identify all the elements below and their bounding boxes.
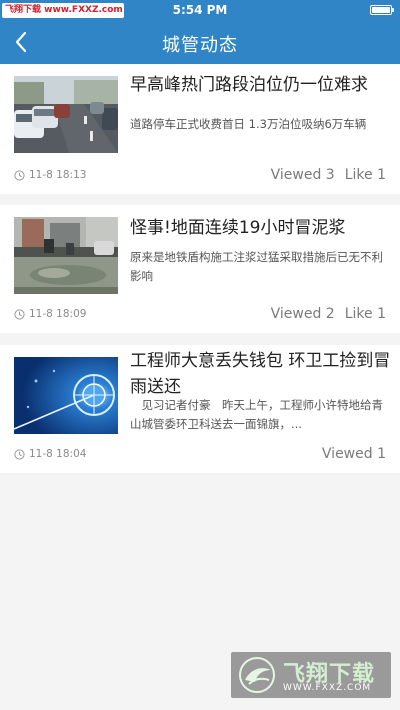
viewed-count: Viewed 3 [270,167,335,183]
watermark-logo: 飞翔下载 WWW.FXXZ.COM [231,652,391,698]
news-timestamp: 11-8 18:04 [14,446,86,462]
news-time-text: 11-8 18:09 [29,308,87,320]
clock-icon [14,169,25,181]
viewed-count: Viewed 2 [270,306,335,322]
clock-icon [14,448,25,460]
page-title: 城管动态 [162,35,238,56]
status-bar-time: 5:54 PM [172,3,228,17]
news-timestamp: 11-8 18:09 [14,306,86,322]
like-count[interactable]: Like 1 [345,167,386,183]
news-title: 工程师大意丢失钱包 环卫工捡到冒雨送还 [130,351,391,397]
news-thumbnail-mud-ground [14,217,118,294]
news-stats: Viewed 3 Like 1 [261,166,386,184]
news-stats: Viewed 2 Like 1 [261,305,386,323]
news-thumbnail-blue-graphic [14,357,118,434]
news-item[interactable]: 怪事!地面连续19小时冒泥浆 原来是地铁盾构施工注浆过猛采取措施后已无不利影响 … [0,205,400,333]
watermark-url: WWW.FXXZ.COM [283,683,372,693]
news-summary: 见习记者付豪 昨天上午，工程师小许特地给青山城管委环卫科送去一面锦旗，... [130,398,383,431]
clock-icon [14,308,25,320]
news-thumbnail-street-parking [14,76,118,153]
news-time-text: 11-8 18:13 [29,169,87,181]
bird-logo-icon [239,657,275,693]
nav-bar: 城管动态 [0,20,400,64]
news-list: 早高峰热门路段泊位仍一位难求 道路停车正式收费首日 1.3万泊位吸纳6万车辆 1… [0,64,400,485]
news-time-text: 11-8 18:04 [29,448,87,460]
news-summary: 原来是地铁盾构施工注浆过猛采取措施后已无不利影响 [130,250,383,283]
like-count[interactable]: Like 1 [345,306,386,322]
battery-icon [370,5,394,15]
news-item[interactable]: 工程师大意丢失钱包 环卫工捡到冒雨送还 见习记者付豪 昨天上午，工程师小许特地给… [0,345,400,473]
viewed-count: Viewed 1 [321,446,386,462]
news-stats: Viewed 1 [312,445,386,463]
status-bar: 飞翔下载 www.FXXZ.com 5:54 PM [0,0,400,20]
news-timestamp: 11-8 18:13 [14,167,86,183]
news-title: 早高峰热门路段泊位仍一位难求 [130,75,368,95]
news-summary: 道路停车正式收费首日 1.3万泊位吸纳6万车辆 [130,117,367,131]
news-item[interactable]: 早高峰热门路段泊位仍一位难求 道路停车正式收费首日 1.3万泊位吸纳6万车辆 1… [0,64,400,194]
news-title: 怪事!地面连续19小时冒泥浆 [130,218,346,238]
